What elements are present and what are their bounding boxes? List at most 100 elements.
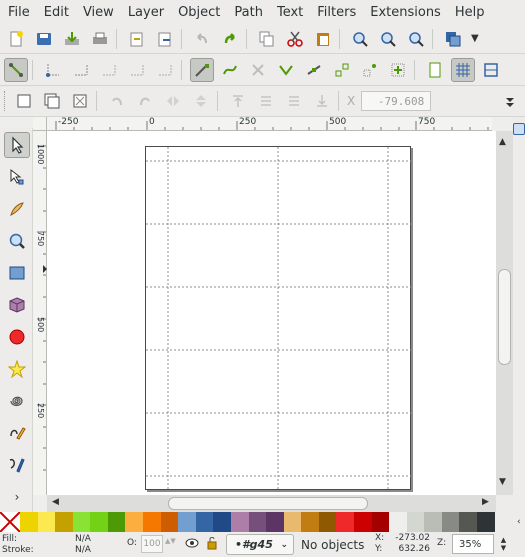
node-icon-1[interactable]	[302, 58, 326, 82]
flip-vertical-icon[interactable]	[189, 89, 213, 113]
scroll-down-icon[interactable]: ▼	[499, 477, 506, 487]
node-icon-4[interactable]	[386, 58, 410, 82]
3d-box-tool-icon[interactable]	[4, 292, 30, 318]
page-icon[interactable]	[423, 58, 447, 82]
color-swatch[interactable]	[266, 512, 284, 532]
zoom-field[interactable]: 35%	[452, 534, 494, 554]
cut-icon[interactable]	[283, 27, 307, 51]
raise-icon[interactable]	[254, 89, 278, 113]
select-all-layers-icon[interactable]	[40, 89, 64, 113]
color-swatch[interactable]	[353, 512, 372, 532]
snap-intersections-icon[interactable]	[97, 58, 121, 82]
menu-extensions[interactable]: Extensions	[370, 5, 441, 20]
star-tool-icon[interactable]	[4, 356, 30, 382]
color-swatch[interactable]	[125, 512, 144, 532]
eye-icon[interactable]	[185, 536, 199, 553]
menu-filters[interactable]: Filters	[317, 5, 356, 20]
snap-cusp-icon[interactable]	[125, 58, 149, 82]
x-coordinate-input[interactable]: -79.608	[361, 91, 432, 111]
horizontal-scrollbar[interactable]: ◀ ▶	[47, 495, 496, 512]
print-icon[interactable]	[88, 27, 112, 51]
node-tool-icon[interactable]	[4, 164, 30, 190]
vertical-scrollbar[interactable]: ▲ ▼	[496, 131, 513, 495]
menu-object[interactable]: Object	[178, 5, 220, 20]
menu-view[interactable]: View	[83, 5, 114, 20]
page-area[interactable]	[145, 146, 412, 491]
lock-icon[interactable]	[205, 536, 219, 553]
spiral-tool-icon[interactable]	[4, 388, 30, 414]
color-swatch[interactable]	[90, 512, 108, 532]
color-swatch[interactable]	[477, 512, 495, 532]
open-icon[interactable]	[125, 27, 149, 51]
new-document-icon[interactable]	[4, 27, 28, 51]
flip-horizontal-icon[interactable]	[161, 89, 185, 113]
color-swatch[interactable]	[20, 512, 38, 532]
zoom-drawing-icon[interactable]	[376, 27, 400, 51]
menu-path[interactable]: Path	[234, 5, 263, 20]
color-swatch[interactable]	[441, 512, 460, 532]
zoom-page-icon[interactable]	[404, 27, 428, 51]
zoom-spin-icon[interactable]: ▲ ▼	[496, 534, 511, 554]
guides-icon[interactable]	[479, 58, 503, 82]
color-swatch[interactable]	[283, 512, 302, 532]
node-icon-3[interactable]	[358, 58, 382, 82]
undo-icon[interactable]	[190, 27, 214, 51]
snap-guide-icon[interactable]	[274, 58, 298, 82]
layer-dropdown[interactable]: •#g45 ⌄	[226, 534, 294, 555]
opacity-field[interactable]: 100	[141, 535, 163, 553]
dock-icon[interactable]	[513, 123, 525, 135]
ellipse-tool-icon[interactable]	[4, 324, 30, 350]
color-swatch[interactable]	[389, 512, 407, 532]
color-swatch[interactable]	[160, 512, 179, 532]
lower-icon[interactable]	[282, 89, 306, 113]
scroll-right-icon[interactable]: ▶	[482, 497, 489, 507]
duplicate-icon[interactable]	[255, 27, 279, 51]
vertical-scroll-thumb[interactable]	[498, 269, 511, 365]
select-all-icon[interactable]	[12, 89, 36, 113]
color-swatch[interactable]	[213, 512, 231, 532]
lower-to-bottom-icon[interactable]	[310, 89, 334, 113]
no-paint-swatch[interactable]	[0, 512, 20, 532]
color-swatch[interactable]	[195, 512, 214, 532]
drawing-canvas[interactable]	[47, 131, 496, 495]
color-swatch[interactable]	[336, 512, 354, 532]
redo-icon[interactable]	[218, 27, 242, 51]
more-tools-icon[interactable]: ›	[4, 484, 30, 510]
snap-midpoints-icon[interactable]	[190, 57, 214, 82]
snap-nodes-icon[interactable]	[41, 58, 65, 82]
more-options-icon[interactable]	[499, 89, 521, 113]
deselect-icon[interactable]	[68, 89, 92, 113]
color-swatch[interactable]	[248, 512, 267, 532]
color-swatch[interactable]	[37, 512, 56, 532]
zoom-tool-icon[interactable]	[4, 228, 30, 254]
rectangle-tool-icon[interactable]	[4, 260, 30, 286]
menu-layer[interactable]: Layer	[128, 5, 164, 20]
color-swatch[interactable]	[371, 512, 390, 532]
chevron-down-icon[interactable]: ▼	[471, 33, 479, 44]
snap-bbox-icon[interactable]	[218, 58, 242, 82]
export-icon[interactable]	[153, 27, 177, 51]
color-swatch[interactable]	[178, 512, 196, 532]
color-swatch[interactable]	[318, 512, 337, 532]
spin-icon[interactable]: ▲▼	[165, 537, 176, 545]
tweak-tool-icon[interactable]	[4, 196, 30, 222]
menu-help[interactable]: Help	[455, 5, 485, 20]
color-swatch[interactable]	[230, 512, 249, 532]
color-swatch[interactable]	[55, 512, 73, 532]
menu-edit[interactable]: Edit	[44, 5, 69, 20]
snap-grid-icon[interactable]	[246, 58, 270, 82]
snap-toggle-icon[interactable]	[4, 57, 28, 82]
paste-icon[interactable]	[311, 27, 335, 51]
horizontal-scroll-thumb[interactable]	[168, 497, 368, 510]
pencil-tool-icon[interactable]	[4, 420, 30, 446]
save-icon[interactable]	[32, 27, 56, 51]
scroll-up-icon[interactable]: ▲	[499, 137, 506, 147]
snap-smooth-icon[interactable]	[153, 58, 177, 82]
color-swatch[interactable]	[107, 512, 126, 532]
menu-text[interactable]: Text	[277, 5, 303, 20]
palette-menu-icon[interactable]: ‹	[517, 512, 525, 532]
color-swatch[interactable]	[143, 512, 161, 532]
menu-file[interactable]: File	[8, 5, 30, 20]
scroll-left-icon[interactable]: ◀	[52, 497, 59, 507]
color-swatch[interactable]	[72, 512, 91, 532]
